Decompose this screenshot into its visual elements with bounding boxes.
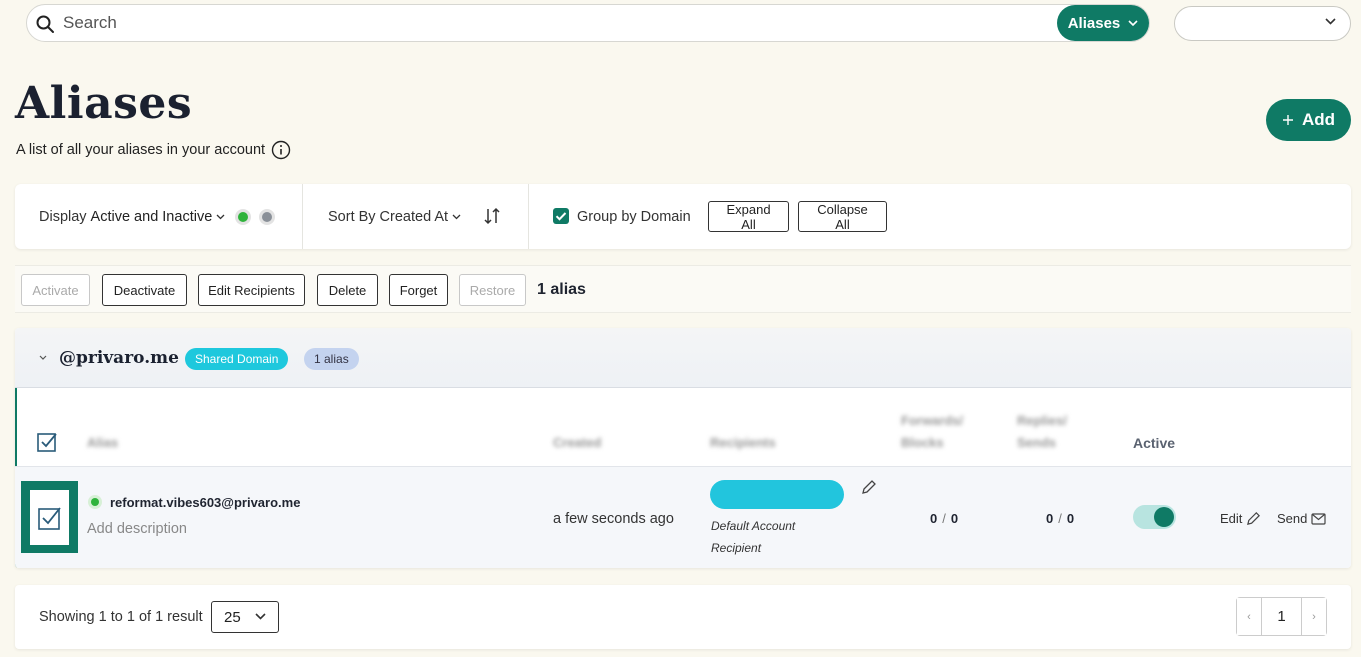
replies-sends-stat: 0/0 — [1046, 511, 1075, 526]
pager: ‹ 1 › — [1236, 597, 1327, 636]
page-subtitle-text: A list of all your aliases in your accou… — [16, 142, 266, 158]
chevron-down-icon — [1325, 18, 1336, 25]
activate-button[interactable]: Activate — [21, 274, 90, 306]
next-page-button[interactable]: › — [1301, 598, 1326, 635]
column-header-created[interactable]: Created — [553, 435, 601, 450]
search-scope-label: Aliases — [1067, 14, 1121, 32]
table-row: reformat.vibes603@privaro.me Add descrip… — [15, 466, 1351, 568]
edit-alias-button[interactable]: Edit — [1220, 511, 1261, 526]
info-icon[interactable] — [271, 140, 291, 160]
forget-button[interactable]: Forget — [389, 274, 448, 306]
deactivate-button[interactable]: Deactivate — [102, 274, 187, 306]
envelope-icon — [1311, 512, 1326, 525]
alias-active-toggle[interactable] — [1133, 505, 1176, 529]
domain-alias-count-badge: 1 alias — [304, 348, 359, 370]
search-scope-button[interactable]: Aliases — [1057, 5, 1149, 41]
domain-group-header[interactable]: @privaro.me Shared Domain 1 alias — [15, 328, 1351, 388]
bulk-actions-bar: Activate Deactivate Edit Recipients Dele… — [15, 265, 1351, 313]
column-header-forwards[interactable]: Forwards/ — [901, 413, 963, 428]
collapse-all-button[interactable]: Collapse All — [798, 201, 887, 232]
shared-domain-badge: Shared Domain — [185, 348, 289, 370]
restore-button[interactable]: Restore — [459, 274, 526, 306]
column-header-replies[interactable]: Replies/ — [1017, 413, 1067, 428]
chevron-down-icon[interactable] — [39, 355, 47, 360]
sort-prefix: Sort By — [328, 209, 376, 225]
chevron-down-icon — [1128, 20, 1138, 26]
checkmark-icon — [555, 212, 567, 221]
previous-page-button[interactable]: ‹ — [1237, 598, 1262, 635]
search-input[interactable] — [63, 9, 963, 37]
send-from-alias-button[interactable]: Send — [1277, 511, 1326, 526]
group-by-domain-label: Group by Domain — [577, 209, 691, 225]
sort-value: Created At — [379, 209, 449, 225]
display-filter-dropdown[interactable]: Display Active and Inactive — [39, 209, 276, 225]
expand-all-button[interactable]: Expand All — [708, 201, 789, 232]
sort-dropdown[interactable]: Sort By Created At — [328, 209, 461, 225]
edit-recipients-button[interactable]: Edit Recipients — [198, 274, 305, 306]
pagination-summary: Showing 1 to 1 of 1 result — [39, 609, 203, 625]
account-select[interactable] — [1174, 6, 1351, 41]
page-subtitle: A list of all your aliases in your accou… — [16, 140, 291, 160]
search-bar: Aliases — [26, 4, 1150, 42]
current-page-number[interactable]: 1 — [1262, 598, 1301, 635]
inactive-status-dot — [259, 209, 276, 225]
sort-direction-icon[interactable] — [483, 207, 501, 225]
search-icon — [36, 15, 54, 33]
column-header-sends[interactable]: Sends — [1017, 435, 1056, 450]
chevron-down-icon — [216, 214, 225, 220]
add-alias-label: Add — [1301, 110, 1336, 129]
column-header-active[interactable]: Active — [1133, 435, 1175, 451]
display-filter-prefix: Display — [39, 209, 87, 225]
pagination-bar: Showing 1 to 1 of 1 result 25 ‹ 1 › — [15, 585, 1351, 649]
pencil-icon — [1247, 512, 1261, 525]
selected-alias-count: 1 alias — [537, 281, 586, 298]
pencil-icon[interactable] — [861, 479, 877, 495]
filter-bar: Display Active and Inactive Sort By Crea… — [15, 184, 1351, 249]
alias-active-status-dot — [88, 495, 102, 509]
per-page-value: 25 — [224, 609, 241, 626]
add-alias-button[interactable]: Add — [1266, 99, 1351, 141]
select-all-checkbox[interactable] — [37, 431, 59, 453]
filter-divider — [528, 184, 529, 249]
row-select-checkbox[interactable] — [21, 481, 78, 553]
checkbox-checked-icon — [37, 506, 61, 530]
domain-name: @privaro.me — [59, 348, 179, 368]
alias-email[interactable]: reformat.vibes603@privaro.me — [110, 495, 300, 510]
chevron-down-icon — [452, 214, 461, 220]
chevron-down-icon — [255, 613, 266, 620]
plus-icon — [1282, 115, 1293, 125]
alias-created-time: a few seconds ago — [553, 511, 674, 527]
group-by-domain-checkbox[interactable] — [553, 208, 569, 224]
forwards-blocks-stat: 0/0 — [930, 511, 959, 526]
alias-description-input[interactable]: Add description — [87, 521, 187, 537]
page-title: Aliases — [15, 78, 193, 129]
filter-divider — [302, 184, 303, 249]
column-header-blocks[interactable]: Blocks — [901, 435, 944, 450]
column-header-alias[interactable]: Alias — [87, 435, 118, 450]
delete-button[interactable]: Delete — [317, 274, 378, 306]
column-header-recipients[interactable]: Recipients — [710, 435, 776, 450]
per-page-select[interactable]: 25 — [211, 601, 279, 633]
recipient-pill[interactable] — [710, 480, 844, 509]
display-filter-value: Active and Inactive — [90, 209, 213, 225]
active-status-dot — [235, 209, 252, 225]
recipient-note: Default Account Recipient — [711, 519, 796, 555]
domain-group: @privaro.me Shared Domain 1 alias Alias … — [15, 328, 1351, 568]
